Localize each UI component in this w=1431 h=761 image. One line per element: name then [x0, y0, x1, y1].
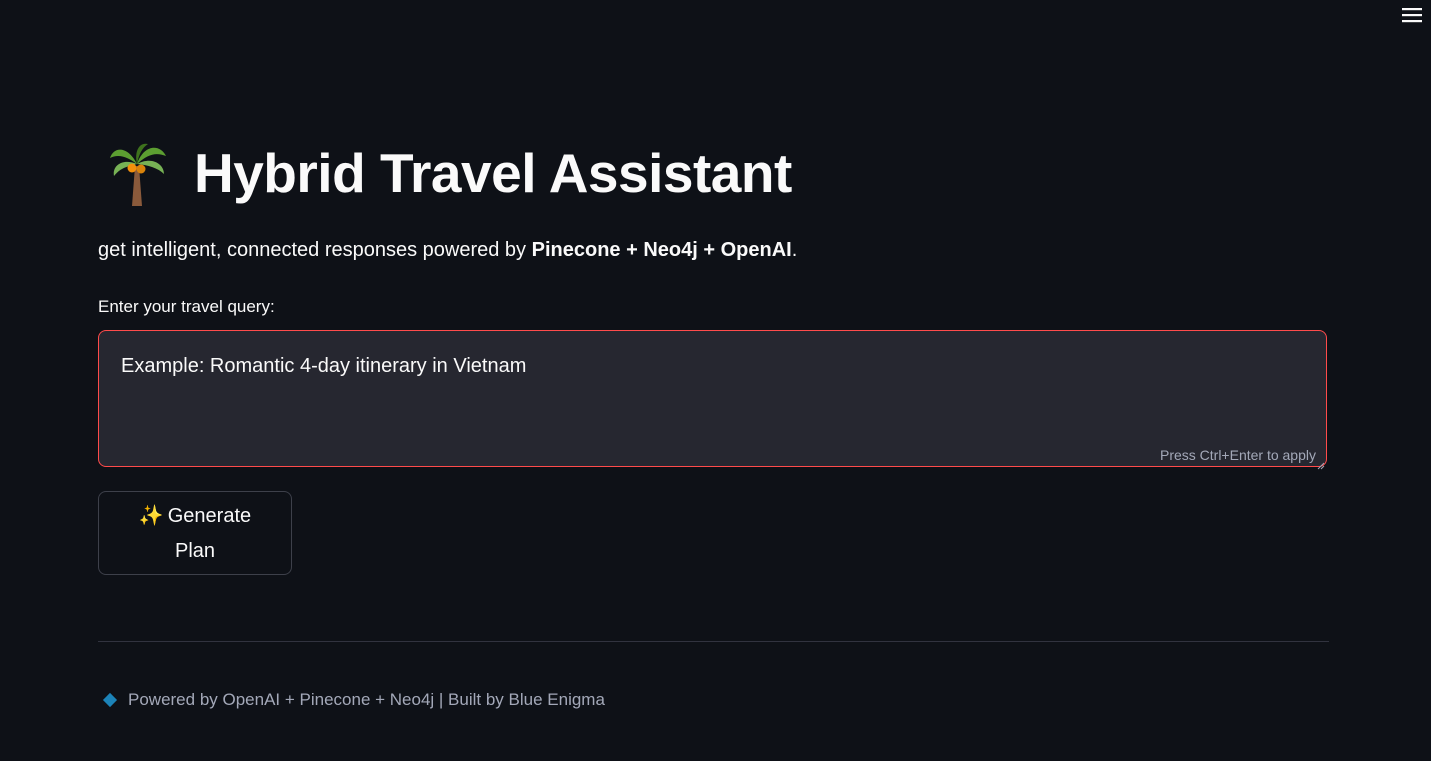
generate-plan-label: Generate Plan	[167, 505, 252, 562]
app-root: Hybrid Travel Assistant get intelligent,…	[0, 0, 1431, 761]
page-title: Hybrid Travel Assistant	[194, 142, 792, 204]
blue-diamond-icon	[102, 692, 118, 708]
query-label: Enter your travel query:	[98, 297, 275, 316]
footer-text: Powered by OpenAI + Pinecone + Neo4j | B…	[128, 690, 605, 709]
subtitle-suffix: .	[791, 239, 798, 261]
page-subtitle: get intelligent, connected responses pow…	[98, 239, 797, 262]
query-textarea-container: Example: Romantic 4-day itinerary in Vie…	[98, 330, 1327, 470]
query-textarea[interactable]: Example: Romantic 4-day itinerary in Vie…	[99, 331, 1326, 466]
subtitle-text: get intelligent, connected responses pow…	[98, 239, 532, 261]
generate-plan-button[interactable]: ✨ Generate Plan	[98, 491, 292, 575]
palm-tree-icon	[108, 140, 168, 206]
query-hint: Press Ctrl+Enter to apply	[1159, 447, 1316, 463]
sparkles-icon: ✨	[138, 505, 164, 527]
resize-grip-icon[interactable]	[1317, 457, 1325, 470]
page-title-row: Hybrid Travel Assistant	[108, 140, 792, 206]
subtitle-bold-text: Pinecone + Neo4j + OpenAI	[531, 239, 792, 261]
hamburger-menu-icon[interactable]	[1402, 6, 1422, 24]
footer: Powered by OpenAI + Pinecone + Neo4j | B…	[102, 690, 605, 710]
divider	[98, 641, 1329, 642]
